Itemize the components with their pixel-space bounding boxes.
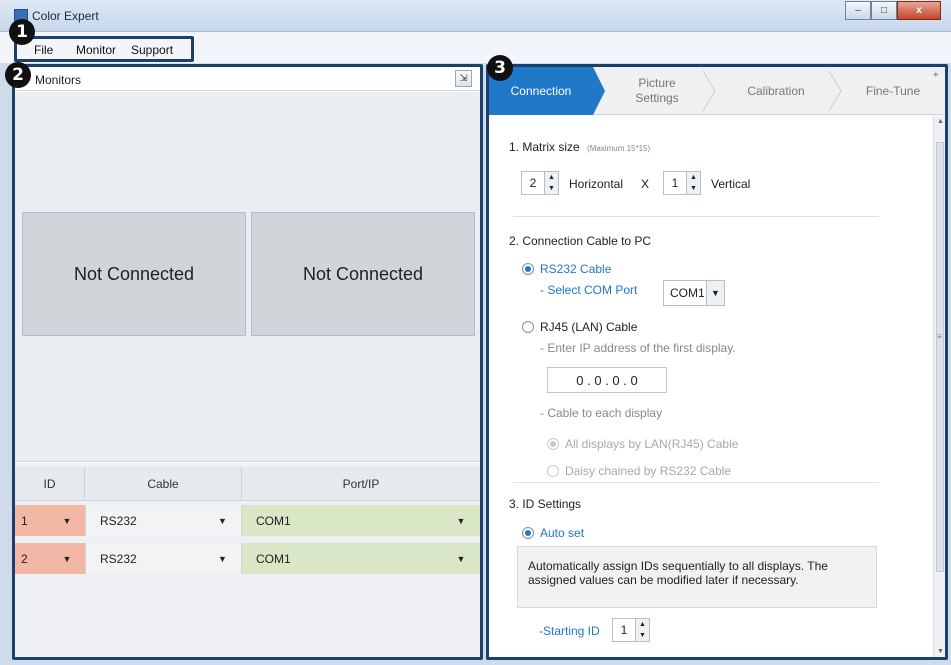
row-port[interactable]: COM1: [242, 505, 442, 536]
grid-header-id: ID: [15, 467, 85, 501]
daisy-label: Daisy chained by RS232 Cable: [565, 464, 732, 478]
row-id: 2: [15, 543, 49, 574]
stepper-down-icon[interactable]: ▼: [636, 630, 649, 641]
x-label: X: [641, 177, 650, 191]
monitor-tile-1[interactable]: Not Connected: [22, 212, 246, 336]
stepper-up-icon[interactable]: ▲: [687, 172, 700, 183]
tab-bar: Connection Picture Settings Calibration …: [489, 67, 945, 115]
rs232-radio[interactable]: [522, 263, 534, 275]
id-grid: ID Cable Port/IP 1 ▼ RS232 ▼ COM1 ▼ 2 ▼ …: [15, 463, 480, 657]
callout-badge-1: 1: [9, 19, 35, 45]
matrix-size-note: (Maximum 15*15): [587, 144, 651, 153]
cable-section-title: 2. Connection Cable to PC: [509, 234, 652, 248]
section-divider: [513, 482, 879, 483]
horizontal-label: Horizontal: [569, 177, 624, 191]
tab-separators: [702, 70, 842, 112]
menu-support[interactable]: Support: [131, 43, 173, 57]
export-icon[interactable]: ⇲: [455, 70, 472, 87]
rj45-radio[interactable]: [522, 321, 534, 333]
enter-ip-label: - Enter IP address of the first display.: [540, 341, 736, 355]
matrix-size-label: 1. Matrix size: [509, 140, 580, 154]
stepper-up-icon[interactable]: ▲: [636, 619, 649, 630]
monitors-title: Monitors: [35, 73, 82, 87]
settings-panel: Connection Picture Settings Calibration …: [486, 64, 948, 660]
starting-id-label: -Starting ID: [539, 624, 600, 638]
row-port[interactable]: COM1: [242, 543, 442, 574]
rs232-label[interactable]: RS232 Cable: [540, 262, 611, 276]
auto-set-radio[interactable]: [522, 527, 534, 539]
monitors-header: Monitors ⇲: [15, 67, 480, 91]
grid-header: ID Cable Port/IP: [15, 467, 480, 501]
monitor-layout-area: Not Connected Not Connected: [15, 92, 480, 462]
row-cable[interactable]: RS232: [85, 543, 204, 574]
horizontal-value: 2: [529, 176, 537, 190]
close-button[interactable]: x: [897, 1, 941, 20]
auto-set-info: Automatically assign IDs sequentially to…: [517, 546, 877, 608]
callout-badge-3: 3: [487, 55, 513, 81]
scroll-up-icon[interactable]: ▲: [937, 118, 944, 125]
rj45-label[interactable]: RJ45 (LAN) Cable: [540, 320, 637, 334]
maximize-button[interactable]: □: [871, 1, 897, 20]
port-dropdown-icon[interactable]: ▼: [442, 505, 480, 536]
id-dropdown-icon[interactable]: ▼: [49, 505, 85, 536]
horizontal-stepper[interactable]: 2 ▲ ▼: [521, 171, 559, 195]
stepper-down-icon[interactable]: ▼: [687, 183, 700, 194]
starting-id-stepper[interactable]: 1 ▲ ▼: [612, 618, 650, 642]
scroll-down-icon[interactable]: ▼: [937, 648, 944, 655]
menu-monitor[interactable]: Monitor: [76, 43, 116, 57]
title-bar: Color Expert – □ x: [0, 0, 951, 32]
row-id: 1: [15, 505, 49, 536]
id-settings-title: 3. ID Settings: [509, 497, 582, 511]
starting-id-stepper-buttons[interactable]: ▲ ▼: [635, 619, 649, 641]
vertical-stepper[interactable]: 1 ▲ ▼: [663, 171, 701, 195]
stepper-down-icon[interactable]: ▼: [545, 183, 558, 194]
port-dropdown-icon[interactable]: ▼: [442, 543, 480, 574]
chevron-down-icon[interactable]: ▼: [706, 281, 724, 305]
cable-each-label: - Cable to each display: [540, 406, 663, 420]
minimize-button[interactable]: –: [845, 1, 871, 20]
grid-header-cable: Cable: [85, 467, 242, 501]
cable-dropdown-icon[interactable]: ▼: [204, 505, 242, 536]
connection-content: 1. Matrix size (Maximum 15*15) 2 ▲ ▼ Hori…: [489, 116, 933, 657]
all-lan-label: All displays by LAN(RJ45) Cable: [565, 437, 739, 451]
vertical-value: 1: [671, 176, 679, 190]
select-com-label: - Select COM Port: [540, 283, 638, 297]
matrix-size-title: 1. Matrix size (Maximum 15*15): [509, 140, 650, 154]
com-port-value: COM1: [670, 286, 705, 300]
vertical-scrollbar[interactable]: ▲ ≡ ▼: [933, 116, 945, 657]
scroll-grip-icon: ≡: [937, 332, 942, 341]
table-row: 2 ▼ RS232 ▼ COM1 ▼: [15, 543, 480, 574]
callout-badge-2: 2: [5, 62, 31, 88]
starting-id-value: 1: [620, 623, 628, 637]
id-dropdown-icon[interactable]: ▼: [49, 543, 85, 574]
table-row: 1 ▼ RS232 ▼ COM1 ▼: [15, 505, 480, 536]
all-lan-radio[interactable]: [547, 438, 559, 450]
vertical-stepper-buttons[interactable]: ▲ ▼: [686, 172, 700, 194]
menu-file[interactable]: File: [34, 43, 53, 57]
ip-address-field[interactable]: 0 . 0 . 0 . 0: [547, 367, 667, 393]
com-port-select[interactable]: COM1 ▼: [663, 280, 725, 306]
window-title: Color Expert: [32, 9, 99, 23]
grid-header-port: Port/IP: [342, 477, 380, 491]
vertical-label: Vertical: [711, 177, 751, 191]
monitors-panel: Monitors ⇲ Not Connected Not Connected I…: [12, 64, 483, 660]
scroll-thumb[interactable]: [936, 142, 944, 572]
section-divider: [513, 216, 879, 217]
daisy-radio[interactable]: [547, 465, 559, 477]
menu-bar: File Monitor Support: [0, 32, 951, 64]
add-tab-icon[interactable]: +: [933, 69, 939, 81]
cable-dropdown-icon[interactable]: ▼: [204, 543, 242, 574]
auto-set-label[interactable]: Auto set: [540, 526, 584, 540]
monitor-tile-2[interactable]: Not Connected: [251, 212, 475, 336]
row-cable[interactable]: RS232: [85, 505, 204, 536]
window-controls: – □ x: [845, 1, 941, 20]
horizontal-stepper-buttons[interactable]: ▲ ▼: [544, 172, 558, 194]
stepper-up-icon[interactable]: ▲: [545, 172, 558, 183]
